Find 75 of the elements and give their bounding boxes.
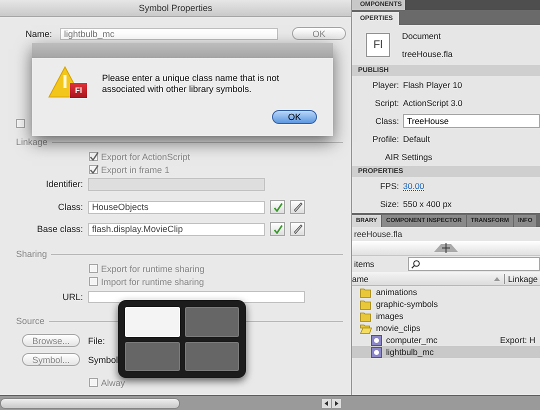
checkbox[interactable] <box>89 277 98 286</box>
section-heading: Sharing <box>16 249 48 259</box>
checkbox-label: Alway <box>101 378 126 388</box>
alert-message: Please enter a unique class name that is not associated with other library symbols. <box>102 73 280 95</box>
ok-button[interactable]: OK <box>272 110 317 124</box>
linkage-value: Export: H <box>500 335 536 345</box>
pin-icon[interactable] <box>431 243 461 253</box>
property-label: Class: <box>374 116 399 126</box>
field-label: Identifier: <box>44 179 83 189</box>
checkbox-label: Import for runtime sharing <box>101 276 204 286</box>
workspace-tile[interactable] <box>125 342 180 371</box>
edit-button[interactable] <box>290 200 305 214</box>
property-label: FPS: <box>379 181 399 191</box>
property-label: Player: <box>372 80 399 90</box>
checkbox[interactable] <box>89 378 98 387</box>
settings-button[interactable]: AIR Settings <box>385 152 432 162</box>
library-file-name: reeHouse.fla <box>353 228 404 241</box>
field-label: Base class: <box>36 224 83 234</box>
file-icon: Fl <box>366 33 390 57</box>
checkbox[interactable] <box>89 264 98 273</box>
class-field[interactable]: flash.display.MovieClip <box>88 222 265 236</box>
field-label: Name: <box>24 28 52 38</box>
search-icon <box>411 260 420 268</box>
checkbox-label: Export for ActionScript <box>101 152 190 162</box>
pencil-icon <box>292 224 302 234</box>
document-label: Document <box>402 31 442 41</box>
column-header[interactable]: ame <box>352 274 493 284</box>
library-item[interactable]: computer_mc <box>386 335 438 345</box>
workspace-tile[interactable] <box>184 342 239 371</box>
checkbox-label: Export for runtime sharing <box>101 264 205 274</box>
check-icon <box>272 202 282 212</box>
left-arrow-icon[interactable] <box>322 399 331 408</box>
section-heading: Source <box>16 316 45 326</box>
field-label: Class: <box>56 202 83 212</box>
check-icon <box>272 224 282 234</box>
app-logo: Fl <box>70 83 87 98</box>
check-button[interactable] <box>270 222 285 236</box>
scroll-bar[interactable] <box>0 398 180 409</box>
checkbox[interactable] <box>89 165 98 174</box>
library-item[interactable]: animations <box>376 287 418 297</box>
library-item[interactable]: movie_clips <box>376 323 420 333</box>
property-label: Size: <box>379 199 399 209</box>
search-field[interactable] <box>408 257 540 271</box>
source-info: Symbol <box>88 354 118 364</box>
property-value: Flash Player 10 <box>403 80 462 90</box>
pencil-icon <box>292 202 302 212</box>
source-info: File: <box>88 336 106 346</box>
section-heading: Linkage <box>16 137 48 147</box>
property-label: Script: <box>374 98 399 108</box>
workspace-tile[interactable] <box>184 307 239 336</box>
class-field[interactable]: HouseObjects <box>88 200 265 214</box>
library-item[interactable]: images <box>376 311 404 321</box>
sort-icon[interactable] <box>493 276 501 282</box>
name-field[interactable]: lightbulb_mc <box>60 28 278 40</box>
movie-clip-icon <box>371 346 382 358</box>
item-count: items <box>354 259 374 269</box>
property-label: Profile: <box>372 134 399 144</box>
url-field[interactable] <box>88 290 305 302</box>
column-header[interactable]: Linkage <box>508 274 540 284</box>
library-item[interactable]: graphic-symbols <box>376 299 438 309</box>
property-value: ActionScript 3.0 <box>403 98 463 108</box>
checkbox[interactable] <box>16 118 25 128</box>
fps-link[interactable]: 30.00 <box>403 181 424 191</box>
dialog-title: Symbol Properties <box>0 0 351 17</box>
right-arrow-icon[interactable] <box>332 399 341 408</box>
document-name: treeHouse.fla <box>402 49 453 59</box>
checkbox-label: Export in frame 1 <box>101 164 170 174</box>
property-value: Default <box>403 134 430 144</box>
class-field[interactable]: TreeHouse <box>403 114 540 128</box>
field-label: URL: <box>61 292 83 302</box>
edit-button[interactable] <box>290 222 305 236</box>
movie-clip-icon <box>371 334 382 346</box>
checkbox[interactable] <box>89 152 98 161</box>
property-value: 550 x 400 px <box>403 199 452 209</box>
check-button[interactable] <box>270 200 285 214</box>
